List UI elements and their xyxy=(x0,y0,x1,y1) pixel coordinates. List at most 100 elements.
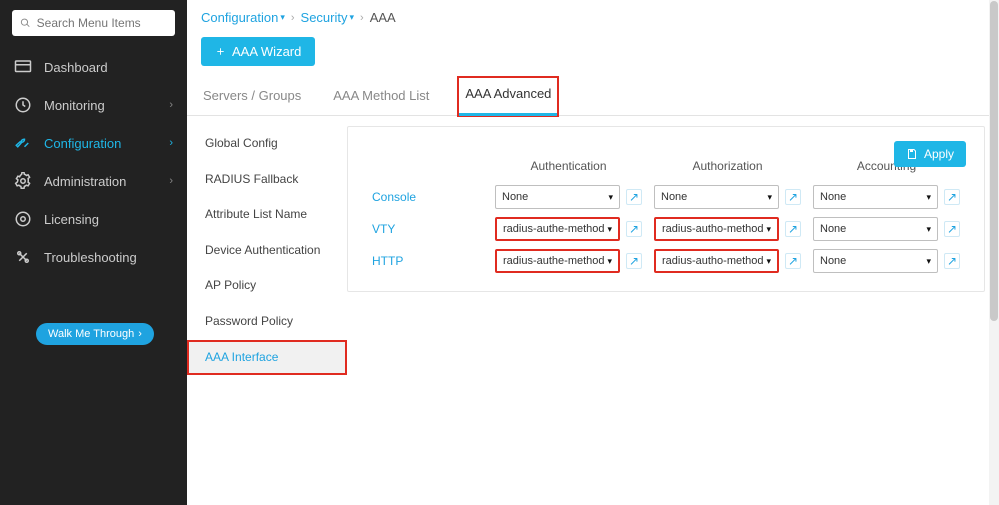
search-input[interactable] xyxy=(37,16,167,30)
tabs: Servers / Groups AAA Method List AAA Adv… xyxy=(187,78,999,116)
apply-label: Apply xyxy=(924,147,954,161)
subnav-password-policy[interactable]: Password Policy xyxy=(187,304,347,340)
nav-item-configuration[interactable]: Configuration › xyxy=(0,124,187,162)
select-console-acct[interactable]: None ▾ xyxy=(813,185,938,209)
tab-aaa-advanced[interactable]: AAA Advanced xyxy=(459,78,557,115)
select-console-authn[interactable]: None ▾ xyxy=(495,185,620,209)
save-icon xyxy=(906,148,918,160)
caret-down-icon: ▾ xyxy=(350,12,355,23)
select-value: None xyxy=(820,191,846,203)
table-row: VTY radius-authe-method ▾ ↗ radius-autho… xyxy=(366,213,966,245)
select-value: None xyxy=(502,191,528,203)
table-row: HTTP radius-authe-method ▾ ↗ radius-auth… xyxy=(366,245,966,277)
popout-icon[interactable]: ↗ xyxy=(785,253,801,269)
tab-aaa-method-list[interactable]: AAA Method List xyxy=(331,78,431,115)
workarea: Global Config RADIUS Fallback Attribute … xyxy=(187,116,999,505)
popout-icon[interactable]: ↗ xyxy=(944,253,960,269)
select-http-authn[interactable]: radius-authe-method ▾ xyxy=(495,249,620,273)
row-label-console[interactable]: Console xyxy=(372,190,416,204)
nav-label: Monitoring xyxy=(44,98,105,113)
breadcrumb: Configuration ▾ › Security ▾ › AAA xyxy=(187,0,999,29)
select-value: radius-authe-method xyxy=(503,223,605,235)
col-header-authz: Authorization xyxy=(648,159,807,181)
select-console-authz[interactable]: None ▾ xyxy=(654,185,779,209)
monitoring-icon xyxy=(14,96,32,114)
popout-icon[interactable]: ↗ xyxy=(785,189,801,205)
subnav-global-config[interactable]: Global Config xyxy=(187,126,347,162)
breadcrumb-security[interactable]: Security ▾ xyxy=(301,10,355,25)
main: Configuration ▾ › Security ▾ › AAA AAA W… xyxy=(187,0,999,505)
popout-icon[interactable]: ↗ xyxy=(626,221,642,237)
config-panel: Apply Authentication Authorization Accou… xyxy=(347,126,985,292)
aaa-wizard-button[interactable]: AAA Wizard xyxy=(201,37,315,66)
select-http-acct[interactable]: None ▾ xyxy=(813,249,938,273)
nav-label: Administration xyxy=(44,174,126,189)
nav-item-monitoring[interactable]: Monitoring › xyxy=(0,86,187,124)
caret-down-icon: ▾ xyxy=(607,256,612,267)
select-vty-authz[interactable]: radius-autho-method ▾ xyxy=(654,217,779,241)
popout-icon[interactable]: ↗ xyxy=(944,221,960,237)
apply-button[interactable]: Apply xyxy=(894,141,966,167)
caret-down-icon: ▾ xyxy=(926,224,931,235)
caret-down-icon: ▾ xyxy=(766,224,771,235)
caret-down-icon: ▾ xyxy=(608,192,613,203)
nav-label: Troubleshooting xyxy=(44,250,137,265)
nav-label: Dashboard xyxy=(44,60,108,75)
table-row: Console None ▾ ↗ None ▾ ↗ None ▾ ↗ xyxy=(366,181,966,213)
breadcrumb-current: AAA xyxy=(370,10,396,25)
subnav-ap-policy[interactable]: AP Policy xyxy=(187,268,347,304)
popout-icon[interactable]: ↗ xyxy=(944,189,960,205)
search-box[interactable] xyxy=(12,10,175,36)
nav-item-licensing[interactable]: Licensing xyxy=(0,200,187,238)
plus-icon xyxy=(215,46,226,57)
chevron-right-icon: › xyxy=(138,328,142,340)
nav-item-administration[interactable]: Administration › xyxy=(0,162,187,200)
select-vty-authn[interactable]: radius-authe-method ▾ xyxy=(495,217,620,241)
chevron-right-icon: › xyxy=(169,175,173,187)
breadcrumb-sep: › xyxy=(360,12,364,24)
caret-down-icon: ▾ xyxy=(767,192,772,203)
select-value: None xyxy=(661,191,687,203)
subnav-aaa-interface[interactable]: AAA Interface xyxy=(187,340,347,376)
select-value: None xyxy=(820,223,846,235)
vertical-scrollbar[interactable] xyxy=(989,0,999,505)
administration-icon xyxy=(14,172,32,190)
caret-down-icon: ▾ xyxy=(607,224,612,235)
aaa-interface-grid: Authentication Authorization Accounting … xyxy=(366,159,966,277)
subnav-attribute-list-name[interactable]: Attribute List Name xyxy=(187,197,347,233)
subnav-radius-fallback[interactable]: RADIUS Fallback xyxy=(187,162,347,198)
select-vty-acct[interactable]: None ▾ xyxy=(813,217,938,241)
popout-icon[interactable]: ↗ xyxy=(785,221,801,237)
wizard-label: AAA Wizard xyxy=(232,44,301,59)
row-label-http[interactable]: HTTP xyxy=(372,254,403,268)
popout-icon[interactable]: ↗ xyxy=(626,253,642,269)
breadcrumb-sep: › xyxy=(291,12,295,24)
select-value: radius-autho-method xyxy=(662,223,764,235)
troubleshooting-icon xyxy=(14,248,32,266)
subnav-device-authentication[interactable]: Device Authentication xyxy=(187,233,347,269)
chevron-right-icon: › xyxy=(169,99,173,111)
caret-down-icon: ▾ xyxy=(926,192,931,203)
select-http-authz[interactable]: radius-autho-method ▾ xyxy=(654,249,779,273)
nav-label: Licensing xyxy=(44,212,99,227)
dashboard-icon xyxy=(14,58,32,76)
walk-me-through-button[interactable]: Walk Me Through › xyxy=(36,323,154,345)
nav-label: Configuration xyxy=(44,136,121,151)
nav-list: Dashboard Monitoring › Configuration › A… xyxy=(0,48,187,276)
caret-down-icon: ▾ xyxy=(926,256,931,267)
nav-item-dashboard[interactable]: Dashboard xyxy=(0,48,187,86)
select-value: radius-authe-method xyxy=(503,255,605,267)
chevron-right-icon: › xyxy=(169,137,173,149)
configuration-icon xyxy=(14,134,32,152)
breadcrumb-configuration[interactable]: Configuration ▾ xyxy=(201,10,285,25)
popout-icon[interactable]: ↗ xyxy=(626,189,642,205)
sidebar: Dashboard Monitoring › Configuration › A… xyxy=(0,0,187,505)
walk-label: Walk Me Through xyxy=(48,328,134,340)
breadcrumb-label: Configuration xyxy=(201,10,278,25)
licensing-icon xyxy=(14,210,32,228)
subnav: Global Config RADIUS Fallback Attribute … xyxy=(187,116,347,505)
nav-item-troubleshooting[interactable]: Troubleshooting xyxy=(0,238,187,276)
row-label-vty[interactable]: VTY xyxy=(372,222,395,236)
scroll-thumb[interactable] xyxy=(990,1,998,321)
tab-servers-groups[interactable]: Servers / Groups xyxy=(201,78,303,115)
